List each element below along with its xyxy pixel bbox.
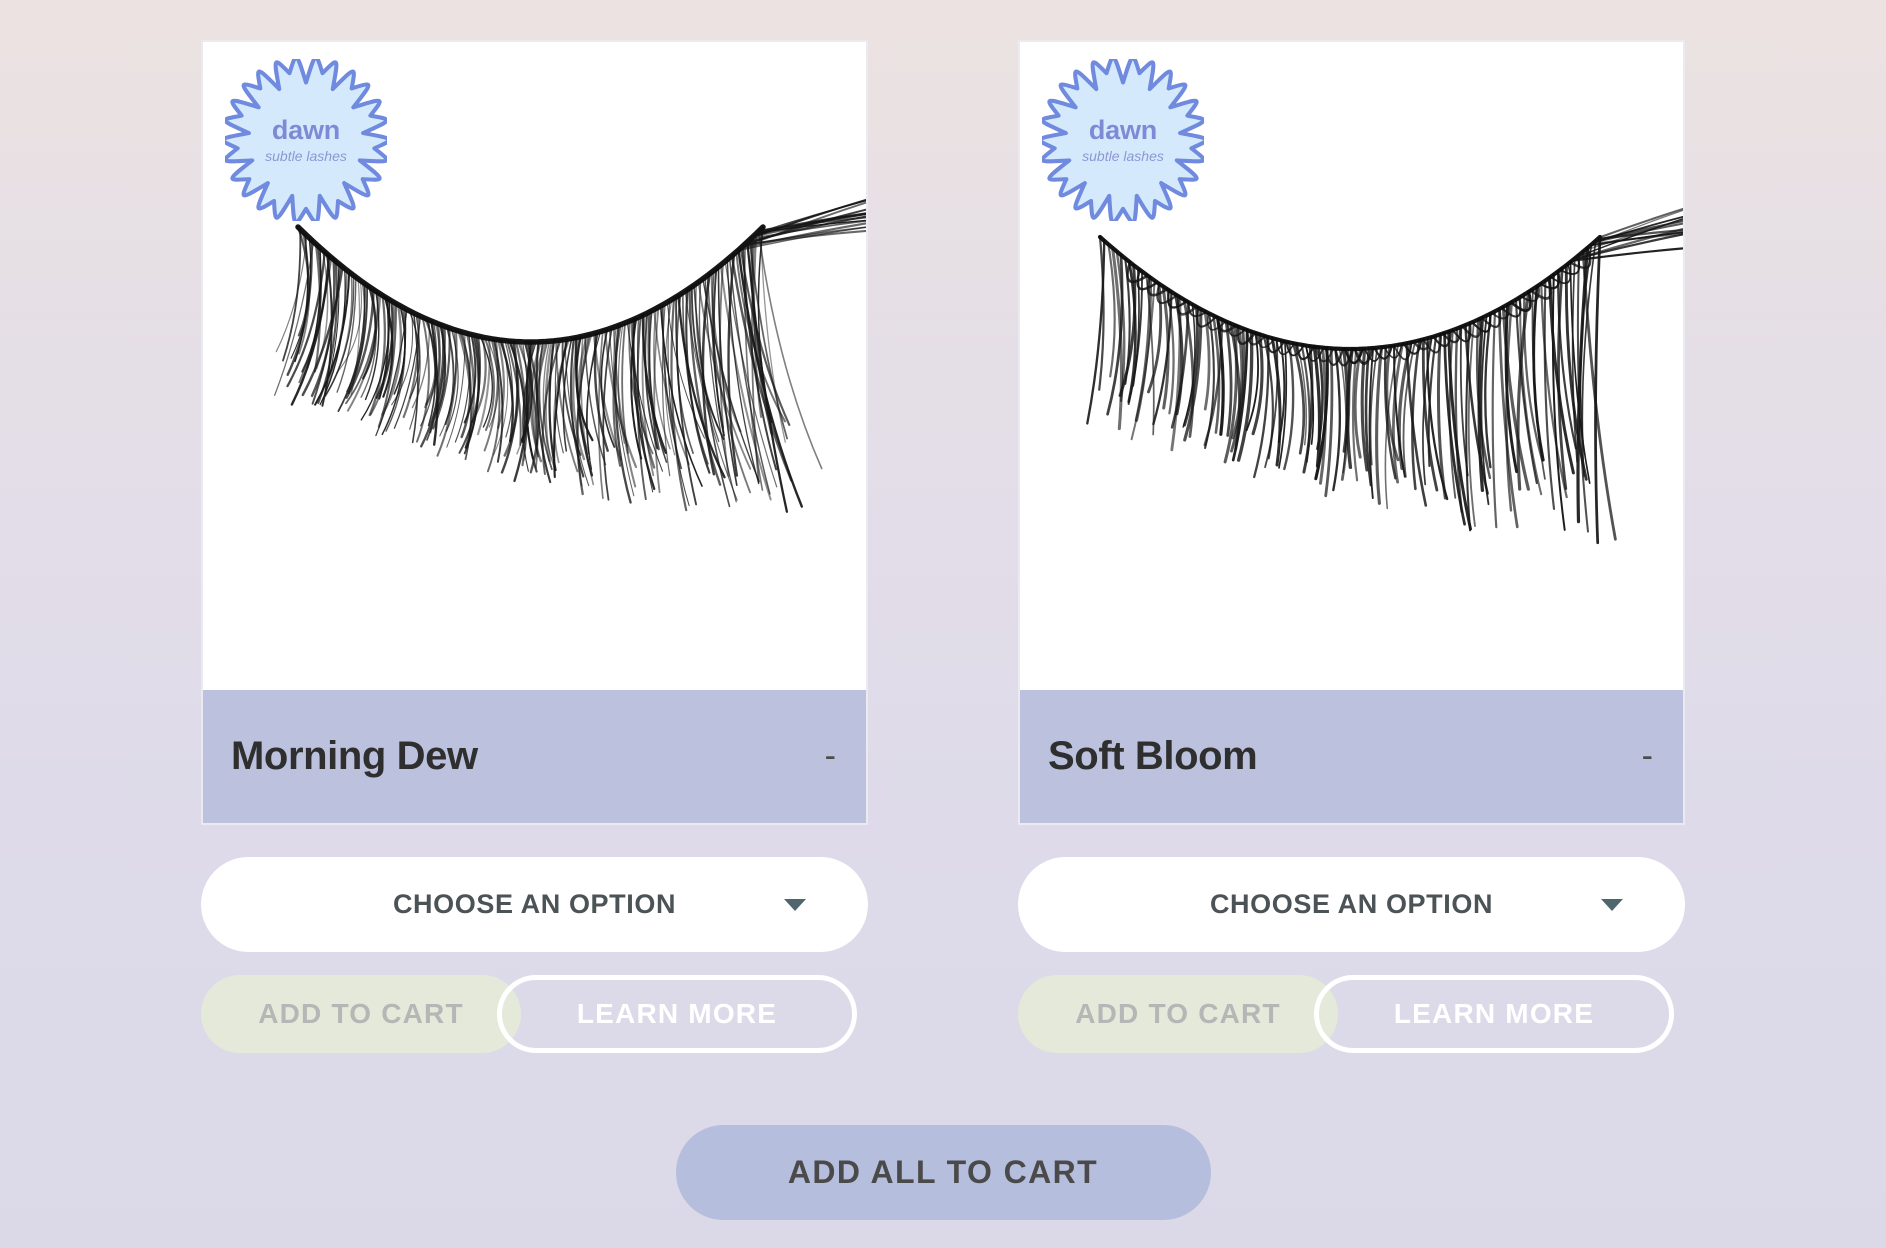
option-select-label: CHOOSE AN OPTION	[392, 889, 677, 919]
product-price: -	[1641, 737, 1653, 776]
chevron-down-icon	[784, 898, 806, 911]
product-price: -	[824, 737, 836, 776]
product-title: Soft Bloom	[1048, 734, 1258, 778]
product-image: dawn subtle lashes	[1020, 42, 1683, 692]
add-all-to-cart-button[interactable]: ADD ALL TO CART	[675, 1125, 1211, 1220]
option-select-label: CHOOSE AN OPTION	[1209, 889, 1494, 919]
product-image: dawn subtle lashes	[203, 42, 866, 692]
product-card-soft-bloom: dawn subtle lashes Soft Bloom - CHOOSE A…	[1018, 40, 1685, 1110]
product-actions: ADD TO CART LEARN MORE	[1018, 975, 1685, 1053]
product-card-morning-dew: dawn subtle lashes Morning Dew - CHOOSE …	[201, 40, 868, 1110]
lash-illustration-morning-dew	[203, 42, 866, 692]
add-all-to-cart-section: ADD ALL TO CART	[0, 1125, 1886, 1220]
product-title-bar: Soft Bloom -	[1020, 690, 1683, 823]
product-actions: ADD TO CART LEARN MORE	[201, 975, 868, 1053]
product-grid: dawn subtle lashes Morning Dew - CHOOSE …	[0, 0, 1886, 1110]
product-title: Morning Dew	[231, 734, 478, 778]
add-to-cart-button[interactable]: ADD TO CART	[201, 975, 521, 1053]
option-select-soft-bloom[interactable]: CHOOSE AN OPTION	[1018, 857, 1685, 952]
add-to-cart-button[interactable]: ADD TO CART	[1018, 975, 1338, 1053]
product-title-bar: Morning Dew -	[203, 690, 866, 823]
product-image-card[interactable]: dawn subtle lashes Morning Dew -	[201, 40, 868, 825]
learn-more-button[interactable]: LEARN MORE	[1314, 975, 1674, 1053]
option-select-morning-dew[interactable]: CHOOSE AN OPTION	[201, 857, 868, 952]
chevron-down-icon	[1601, 898, 1623, 911]
product-image-card[interactable]: dawn subtle lashes Soft Bloom -	[1018, 40, 1685, 825]
lash-illustration-soft-bloom	[1020, 42, 1683, 692]
learn-more-button[interactable]: LEARN MORE	[497, 975, 857, 1053]
